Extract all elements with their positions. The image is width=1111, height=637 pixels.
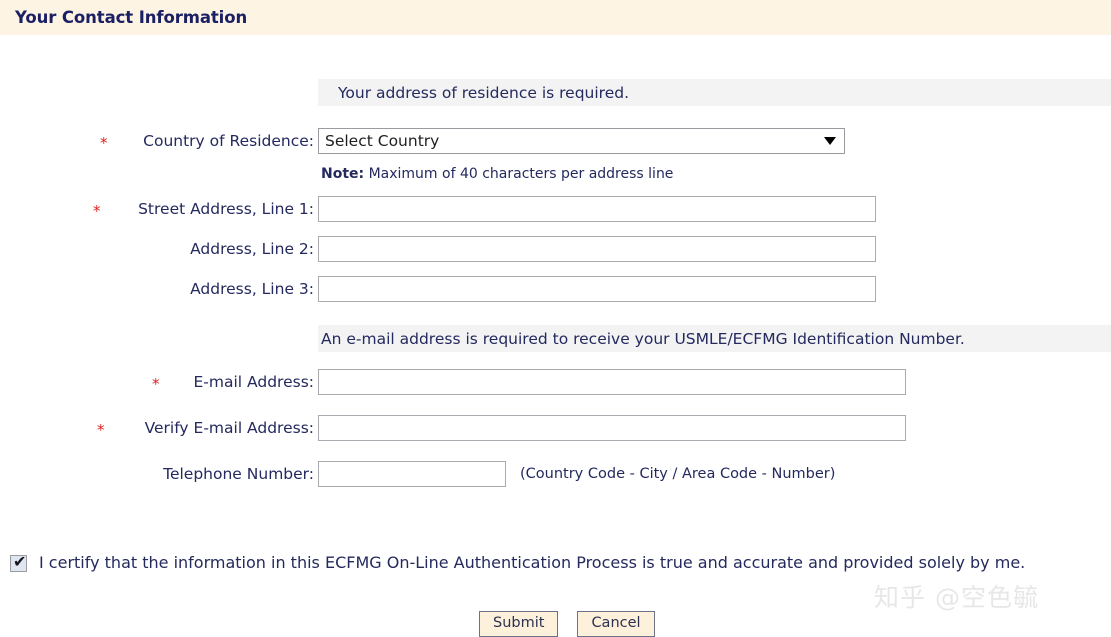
email-info-text: An e-mail address is required to receive…: [321, 329, 965, 348]
country-of-residence-selected-value: Select Country: [325, 132, 440, 150]
address-info-text: Your address of residence is required.: [338, 83, 630, 102]
telephone-number-label-cell: Telephone Number:: [0, 465, 318, 483]
required-asterisk-line1: *: [93, 202, 101, 220]
verify-email-address-input[interactable]: [318, 415, 906, 441]
email-info-bar: An e-mail address is required to receive…: [318, 325, 1111, 352]
row-country-of-residence: * Country of Residence: Select Country: [0, 126, 845, 156]
address-note-text: Maximum of 40 characters per address lin…: [364, 166, 674, 182]
page-title: Your Contact Information: [15, 8, 248, 27]
address-line2-label: Address, Line 2:: [190, 240, 314, 258]
row-verify-email-address: * Verify E-mail Address:: [0, 413, 906, 443]
address-note-prefix: Note:: [321, 166, 365, 182]
address-line3-label-cell: Address, Line 3:: [0, 280, 318, 298]
street-address-line1-input[interactable]: [318, 196, 876, 222]
submit-button[interactable]: Submit: [479, 611, 559, 637]
cancel-button[interactable]: Cancel: [577, 611, 655, 637]
row-email-address: * E-mail Address:: [0, 367, 906, 397]
certify-row: ✔ I certify that the information in this…: [10, 552, 1025, 574]
chevron-down-icon: [824, 137, 836, 145]
email-address-label: E-mail Address:: [193, 373, 314, 391]
row-telephone-number: Telephone Number: (Country Code - City /…: [0, 459, 835, 489]
form-actions: Submit Cancel: [479, 611, 655, 637]
street-address-line1-label-cell: * Street Address, Line 1:: [0, 200, 318, 220]
verify-email-address-label-cell: * Verify E-mail Address:: [0, 419, 318, 439]
address-line3-input[interactable]: [318, 276, 876, 302]
row-street-address-line1: * Street Address, Line 1:: [0, 194, 876, 224]
watermark: 知乎 @空色毓: [874, 583, 1039, 612]
row-address-line2: Address, Line 2:: [0, 234, 876, 264]
country-of-residence-label: Country of Residence:: [143, 132, 314, 150]
required-asterisk-verify-email: *: [97, 421, 105, 439]
country-of-residence-label-cell: * Country of Residence:: [0, 132, 318, 152]
section-header: Your Contact Information: [0, 0, 1111, 35]
street-address-line1-label: Street Address, Line 1:: [138, 200, 314, 218]
required-asterisk-country: *: [100, 134, 108, 152]
telephone-number-label: Telephone Number:: [163, 465, 314, 483]
row-address-line3: Address, Line 3:: [0, 274, 876, 304]
country-of-residence-select[interactable]: Select Country: [318, 128, 845, 154]
check-icon: ✔: [13, 552, 27, 571]
address-line3-label: Address, Line 3:: [190, 280, 314, 298]
email-address-label-cell: * E-mail Address:: [0, 373, 318, 393]
telephone-number-input[interactable]: [318, 461, 506, 487]
telephone-format-hint: (Country Code - City / Area Code - Numbe…: [520, 466, 836, 482]
address-note: Note: Maximum of 40 characters per addre…: [321, 166, 673, 182]
verify-email-address-label: Verify E-mail Address:: [144, 419, 314, 437]
certify-label: I certify that the information in this E…: [39, 553, 1026, 572]
certify-checkbox[interactable]: ✔: [10, 552, 27, 572]
email-address-input[interactable]: [318, 369, 906, 395]
required-asterisk-email: *: [152, 375, 160, 393]
address-info-bar: Your address of residence is required.: [318, 79, 1111, 106]
address-line2-input[interactable]: [318, 236, 876, 262]
address-line2-label-cell: Address, Line 2:: [0, 240, 318, 258]
